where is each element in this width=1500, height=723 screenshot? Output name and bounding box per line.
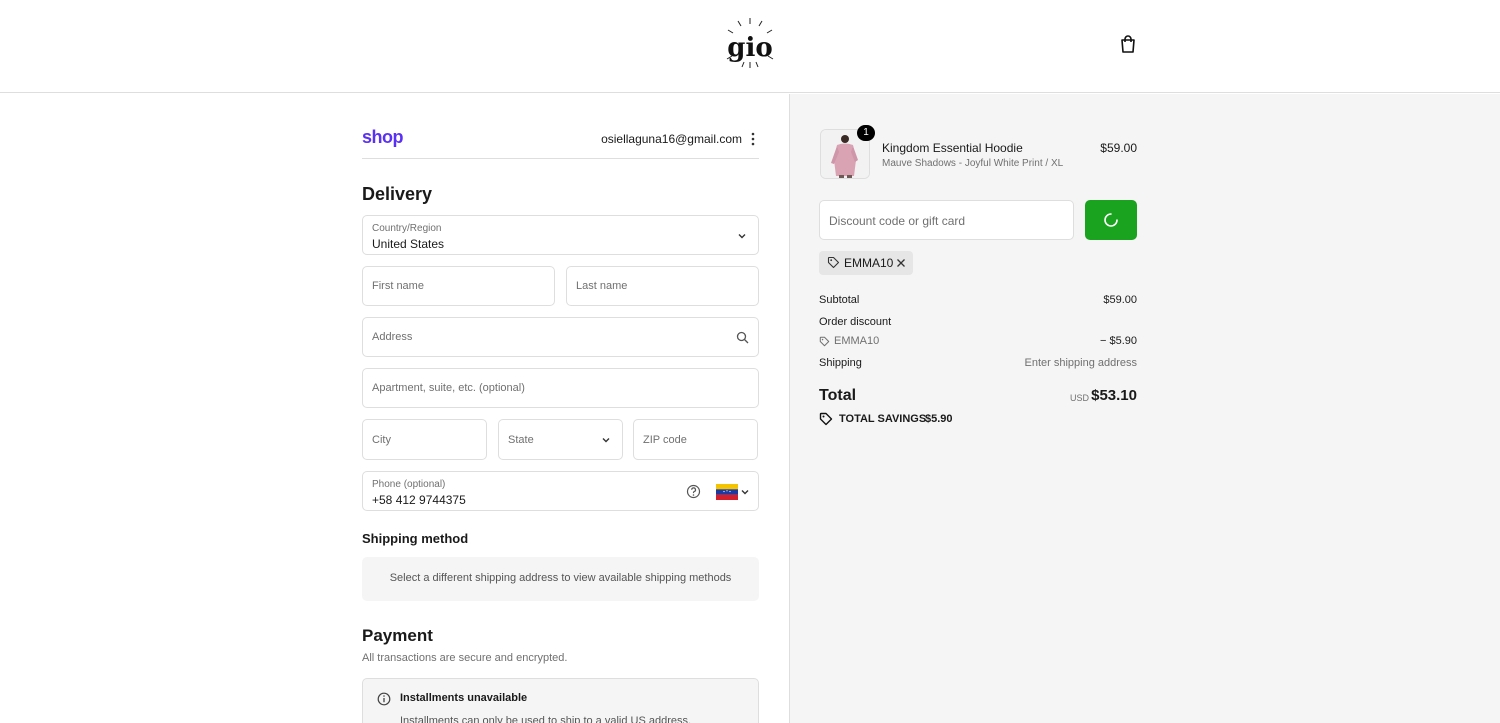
country-label: Country/Region: [372, 223, 442, 234]
applied-discount-code: EMMA10: [844, 256, 894, 270]
city-input[interactable]: City: [362, 419, 487, 460]
delivery-title: Delivery: [362, 184, 433, 204]
savings-tag-icon: [819, 412, 833, 426]
first-name-input[interactable]: First name: [362, 266, 555, 306]
applied-discount-chip: EMMA10: [819, 251, 913, 275]
product-variant: Mauve Shadows - Joyful White Print / XL: [882, 158, 1064, 169]
help-icon[interactable]: [686, 484, 701, 499]
city-placeholder: City: [372, 433, 391, 446]
tag-icon: [827, 256, 840, 269]
kebab-icon[interactable]: [748, 131, 758, 147]
info-icon: [377, 692, 391, 706]
chevron-down-icon: [738, 234, 746, 239]
shipping-label: Shipping: [819, 357, 862, 369]
chevron-down-icon[interactable]: [740, 487, 750, 497]
tag-icon: [819, 336, 830, 347]
payment-subtitle: All transactions are secure and encrypte…: [362, 652, 568, 664]
shipping-method-title: Shipping method: [362, 531, 469, 546]
apartment-placeholder: Apartment, suite, etc. (optional): [372, 382, 525, 394]
zip-input[interactable]: ZIP code: [633, 419, 758, 460]
product-name: Kingdom Essential Hoodie: [882, 141, 1023, 155]
discount-code-label: EMMA10: [834, 335, 880, 347]
country-select[interactable]: Country/Region United States: [362, 215, 759, 255]
subtotal-label: Subtotal: [819, 294, 860, 306]
discount-value: − $5.90: [1099, 335, 1137, 347]
svg-text:gio: gio: [727, 33, 772, 63]
apply-discount-button[interactable]: [1085, 200, 1137, 240]
shopping-bag-icon[interactable]: [1118, 34, 1138, 54]
installments-title: Installments unavailable: [400, 692, 528, 704]
installments-notice: Installments unavailable Installments ca…: [362, 678, 759, 723]
total-savings-value: $5.90: [925, 413, 953, 425]
address-placeholder: Address: [372, 331, 413, 343]
divider: [362, 158, 759, 159]
phone-input[interactable]: Phone (optional) +58 412 9744375: [362, 471, 759, 511]
discount-code-input[interactable]: Discount code or gift card: [819, 200, 1074, 240]
payment-title: Payment: [362, 626, 433, 645]
address-input[interactable]: Address: [362, 317, 759, 357]
total-currency: USD: [1069, 393, 1089, 403]
zip-placeholder: ZIP code: [643, 433, 687, 446]
shop-pay-logo: shop: [362, 127, 404, 147]
shipping-method-notice: Select a different shipping address to v…: [362, 557, 759, 601]
total-savings-label: TOTAL SAVINGS: [839, 413, 927, 425]
order-summary-panel: [789, 94, 1500, 723]
order-discount-label: Order discount: [819, 316, 892, 328]
apartment-input[interactable]: Apartment, suite, etc. (optional): [362, 368, 759, 408]
total-label: Total: [819, 387, 857, 404]
venezuela-flag-icon[interactable]: [716, 484, 738, 500]
shipping-method-message: Select a different shipping address to v…: [389, 572, 732, 584]
discount-placeholder: Discount code or gift card: [829, 214, 966, 228]
last-name-input[interactable]: Last name: [566, 266, 759, 306]
first-name-placeholder: First name: [372, 280, 424, 292]
shipping-value: Enter shipping address: [1024, 357, 1137, 369]
product-price: $59.00: [1100, 141, 1137, 155]
total-value: $53.10: [1091, 387, 1137, 404]
country-value: United States: [372, 237, 445, 251]
subtotal-value: $59.00: [1103, 294, 1137, 306]
chevron-down-icon: [602, 438, 610, 443]
phone-label: Phone (optional): [372, 479, 446, 490]
loading-spinner-icon: [1104, 213, 1118, 227]
last-name-placeholder: Last name: [576, 280, 628, 292]
state-placeholder: State: [508, 433, 534, 446]
site-header: gio: [0, 0, 1500, 93]
quantity-badge: 1: [857, 125, 875, 141]
installments-text: Installments can only be used to ship to…: [400, 715, 692, 723]
close-icon[interactable]: [895, 257, 907, 269]
search-icon: [736, 331, 749, 344]
state-select[interactable]: State: [498, 419, 623, 460]
account-email: osiellaguna16@gmail.com: [601, 132, 742, 146]
phone-value: +58 412 9744375: [372, 493, 466, 507]
brand-logo[interactable]: gio: [722, 16, 778, 68]
